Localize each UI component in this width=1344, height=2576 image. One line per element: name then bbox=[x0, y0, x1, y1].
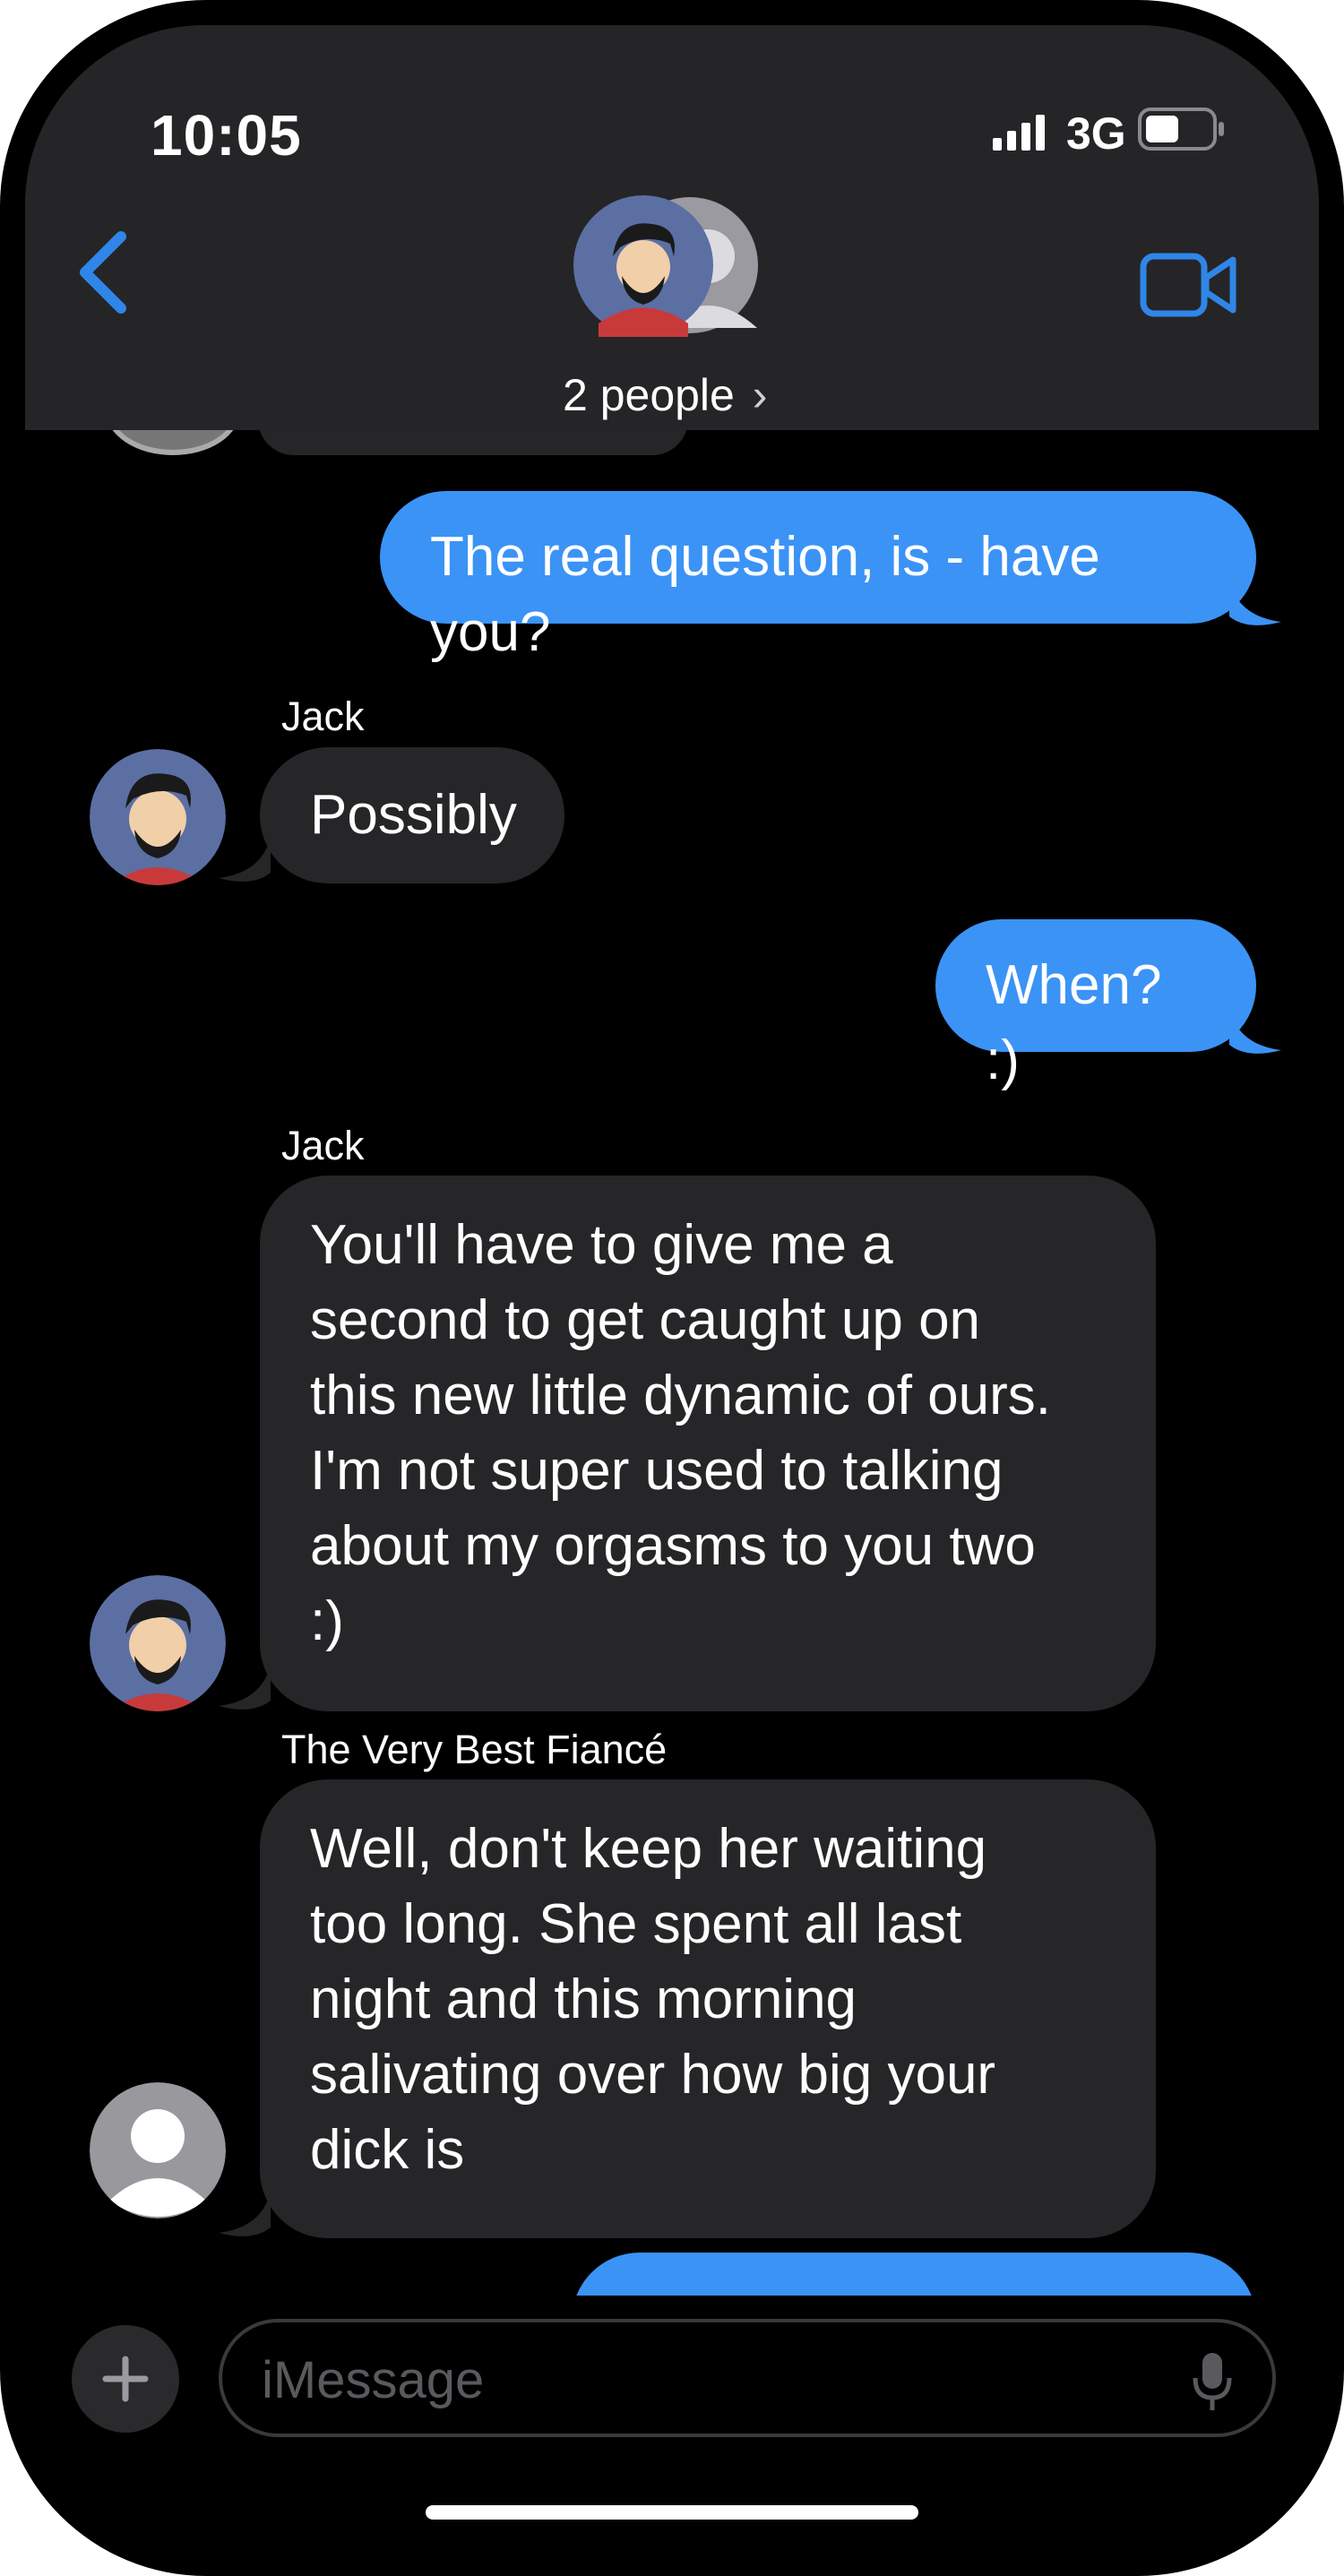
outgoing-tail bbox=[1229, 1009, 1281, 1054]
message-input[interactable] bbox=[262, 2344, 1158, 2416]
jack-avatar[interactable] bbox=[90, 1575, 226, 1711]
chevron-right-icon: › bbox=[752, 370, 768, 420]
people-count: 2 people bbox=[563, 370, 735, 420]
incoming-tail bbox=[219, 1665, 271, 1710]
jack-avatar-icon bbox=[90, 1575, 226, 1711]
home-indicator[interactable] bbox=[426, 2505, 918, 2520]
plus-icon bbox=[102, 2356, 149, 2402]
fiance-avatar[interactable] bbox=[90, 2082, 226, 2218]
signal-icon bbox=[993, 115, 1045, 151]
incoming-tail bbox=[219, 837, 271, 882]
message-text: The real question, is - have you? bbox=[430, 526, 1100, 663]
battery-icon bbox=[1138, 108, 1224, 151]
sender-name: Jack bbox=[281, 1123, 365, 1168]
group-avatars-icon bbox=[573, 195, 758, 337]
incoming-message[interactable]: Possibly bbox=[260, 747, 564, 883]
incoming-message[interactable]: You'll have to give me a second to get c… bbox=[260, 1176, 1156, 1711]
conversation-header: 10:05 3G 2 people › bbox=[25, 25, 1319, 430]
message-text: Well, don't keep her waiting too long. S… bbox=[310, 1818, 996, 2181]
group-avatar-stack[interactable] bbox=[573, 194, 762, 346]
sender-name: Jack bbox=[281, 694, 365, 739]
outgoing-message[interactable]: When? :) bbox=[935, 919, 1256, 1091]
screen: 10:05 3G 2 people › The real question, i… bbox=[25, 25, 1319, 2551]
jack-avatar[interactable] bbox=[90, 749, 226, 885]
microphone-icon[interactable] bbox=[1190, 2349, 1235, 2414]
incoming-tail bbox=[219, 2192, 271, 2236]
sender-name: The Very Best Fiancé bbox=[281, 1727, 668, 1772]
jack-avatar-icon bbox=[90, 749, 226, 885]
back-chevron-icon[interactable] bbox=[72, 228, 134, 317]
group-people-label[interactable]: 2 people › bbox=[563, 369, 767, 421]
message-text: When? :) bbox=[986, 954, 1162, 1091]
phone-frame: 10:05 3G 2 people › The real question, i… bbox=[0, 0, 1344, 2576]
network-type: 3G bbox=[1066, 108, 1126, 159]
message-text: Possibly bbox=[310, 784, 517, 846]
message-input-box[interactable] bbox=[219, 2319, 1276, 2437]
plus-button[interactable] bbox=[72, 2325, 179, 2433]
incoming-message[interactable]: Well, don't keep her waiting too long. S… bbox=[260, 1779, 1156, 2238]
video-call-icon[interactable] bbox=[1140, 249, 1238, 321]
outgoing-message[interactable]: The real question, is - have you? bbox=[380, 491, 1256, 663]
outgoing-tail bbox=[1229, 581, 1281, 625]
person-placeholder-icon bbox=[90, 2082, 226, 2218]
status-time: 10:05 bbox=[151, 103, 302, 168]
message-text: You'll have to give me a second to get c… bbox=[310, 1214, 1052, 1652]
